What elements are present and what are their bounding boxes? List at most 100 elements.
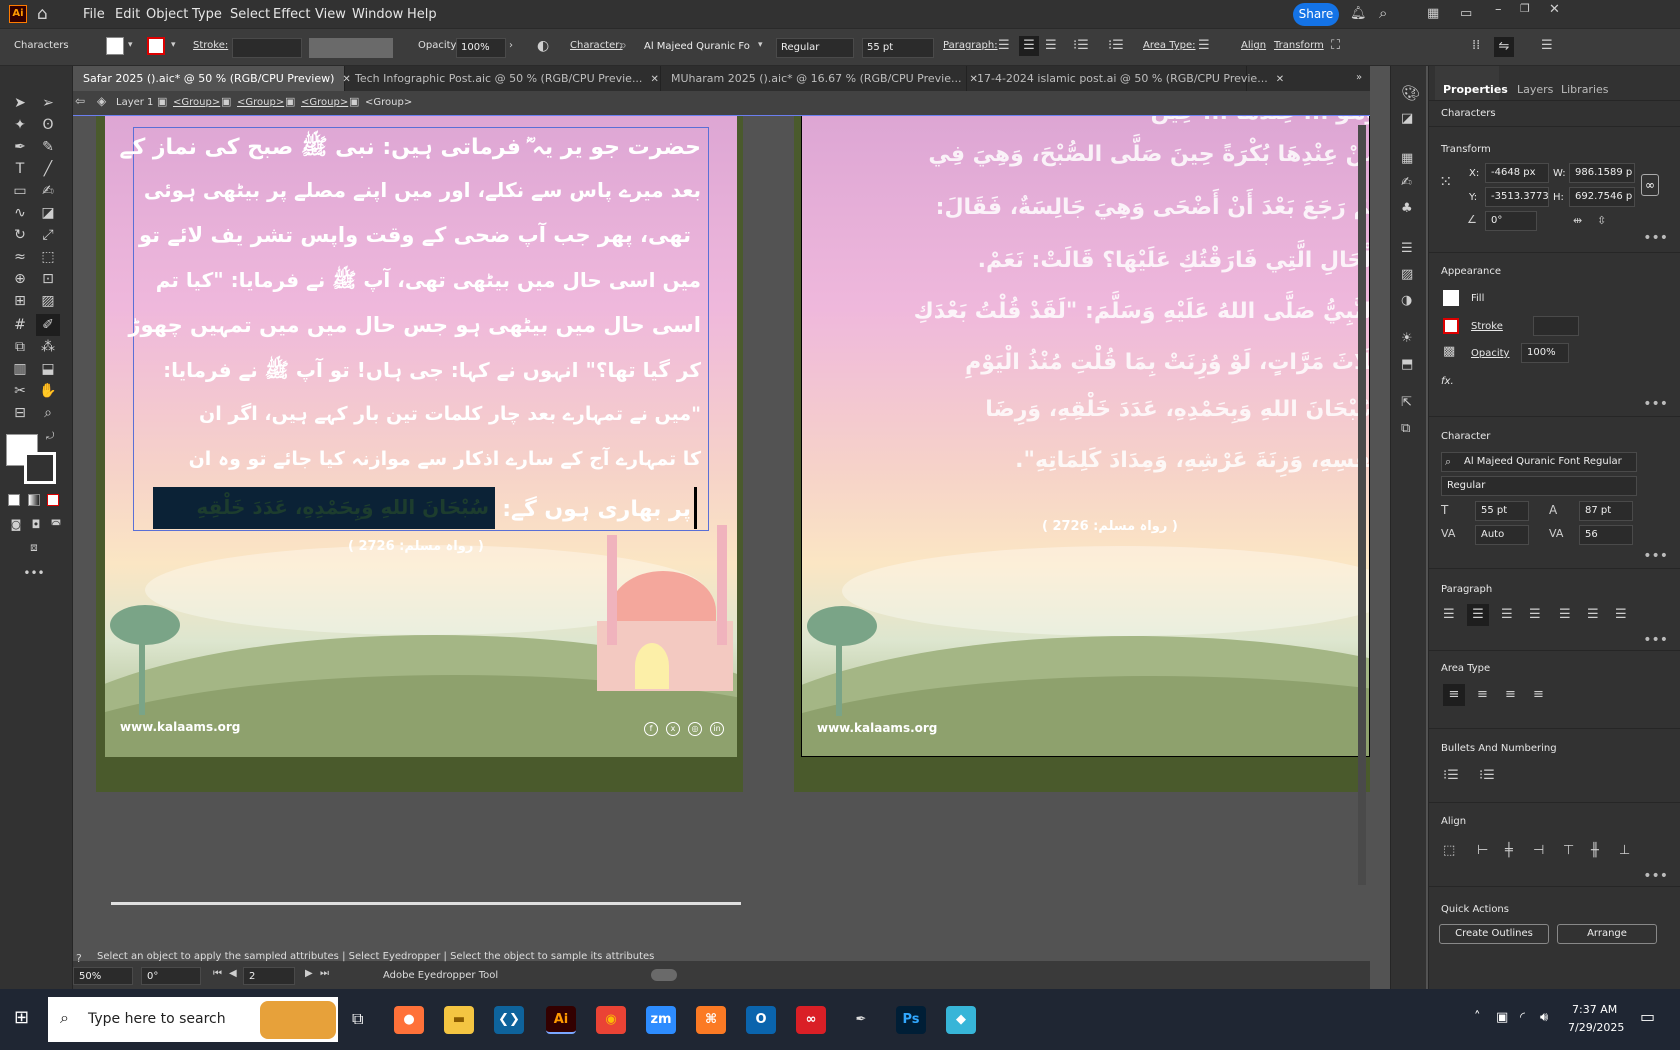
workspace-icon[interactable]: ▦ (1427, 7, 1439, 20)
bell-icon[interactable]: 🔔︎ (1350, 7, 1367, 20)
artboard-left[interactable]: حضرت جو یر یہ ؓ فرماتی ہیں: نبی ﷺ صبح کی… (105, 115, 737, 757)
align-label[interactable]: Align (1241, 40, 1266, 51)
tab-safar-2025[interactable]: Safar 2025 ().aic* @ 50 % (RGB/CPU Previ… (73, 66, 351, 91)
arabic-text-line-4[interactable]: الْحَالِ الَّتِي فَارَقْتُكِ عَلَيْهَا؟ … (978, 248, 1369, 273)
align-vertical-center-icon[interactable]: ╫ (1591, 844, 1599, 857)
zoom-field[interactable]: 50% (73, 967, 133, 985)
menu-type[interactable]: Type (192, 7, 222, 22)
close-icon[interactable]: ✕ (1549, 3, 1560, 16)
photoshop-icon[interactable]: Ps (896, 1006, 926, 1034)
panel-toggle-icon[interactable]: ⇋ (1494, 37, 1514, 57)
back-arrow-icon[interactable]: ⇦ (75, 95, 85, 107)
menu-select[interactable]: Select (230, 7, 270, 22)
stroke-panel-icon[interactable]: ☰ (1401, 242, 1413, 255)
selected-arabic-highlight[interactable]: سُبْحَانَ اللهِ وَبِحَمْدِهِ، عَدَدَ خَل… (153, 487, 495, 529)
urdu-text-line-4[interactable]: میں اسی حال میں بیٹھی تھی، آپ ﷺ نے فرمای… (156, 268, 701, 297)
pen-tool-icon[interactable]: ✒ (8, 136, 32, 158)
app-icon[interactable]: ◆ (946, 1006, 976, 1034)
shaper-tool-icon[interactable]: ∿ (8, 202, 32, 224)
opacity-field[interactable]: 100% (1521, 343, 1569, 363)
area-type-icon[interactable]: ☰ (1198, 39, 1210, 52)
area-type-top-icon[interactable]: ≡ (1443, 684, 1465, 706)
hand-tool-icon[interactable]: ✋ (36, 380, 60, 402)
bullets-icon[interactable]: ⁝☰ (1073, 39, 1089, 52)
direct-selection-tool-icon[interactable]: ➢ (36, 92, 60, 114)
align-left-icon[interactable]: ☰ (1443, 608, 1455, 621)
home-icon[interactable]: ⌂ (37, 6, 48, 23)
canvas[interactable]: حضرت جو یر یہ ؓ فرماتی ہیں: نبی ﷺ صبح کی… (73, 115, 1370, 961)
pen-app-icon[interactable]: ✒ (846, 1006, 876, 1034)
xampp-icon[interactable]: ⌘ (696, 1006, 726, 1034)
menu-effect[interactable]: Effect (273, 7, 310, 22)
arabic-text-line-1[interactable]: وَهُوَ ... عِنْدَهَا ... حِينَ (1151, 116, 1369, 125)
gradient-mode-button[interactable] (28, 494, 40, 506)
lasso-tool-icon[interactable]: ʘ (36, 114, 60, 136)
breadcrumb-group-1[interactable]: <Group> (173, 97, 220, 108)
numbering-icon[interactable]: ⁝☰ (1108, 39, 1124, 52)
font-style-field[interactable]: Regular (1441, 476, 1637, 496)
search-icon[interactable]: ⌕ (1379, 6, 1387, 21)
paintbrush-tool-icon[interactable]: ✍ (36, 180, 60, 202)
brushes-icon[interactable]: ✍ (1401, 176, 1412, 189)
flip-horizontal-icon[interactable]: ⇹ (1573, 215, 1582, 226)
shape-builder-tool-icon[interactable]: ⊕ (8, 268, 32, 290)
character-label[interactable]: Character: (570, 40, 623, 51)
kerning-field[interactable]: Auto (1475, 525, 1529, 545)
x-field[interactable]: -4648 px (1485, 163, 1549, 183)
area-type-label[interactable]: Area Type: (1143, 40, 1196, 51)
urdu-text-line-8[interactable]: کا تمہارے آج کے سارے اذکار سے موازنہ کیا… (189, 448, 701, 470)
wifi-icon[interactable]: ◜ (1520, 1011, 1525, 1024)
minimize-icon[interactable]: – (1495, 3, 1502, 16)
close-icon[interactable]: ✕ (650, 74, 658, 85)
first-artboard-icon[interactable]: ⏮ (213, 969, 222, 979)
align-center-icon[interactable]: ☰ (1467, 604, 1489, 626)
align-right-edges-icon[interactable]: ⊣ (1533, 844, 1544, 857)
chevron-right-icon[interactable]: › (509, 41, 513, 51)
outlook-icon[interactable]: O (746, 1006, 776, 1034)
rotate-tool-icon[interactable]: ↻ (8, 224, 32, 246)
area-type-center-icon[interactable]: ≡ (1477, 688, 1488, 701)
windows-start-icon[interactable]: ⊞ (14, 1009, 29, 1027)
status-scroll-thumb[interactable] (651, 969, 677, 981)
font-style-field[interactable]: Regular (776, 38, 854, 58)
area-type-bottom-icon[interactable]: ≡ (1505, 688, 1516, 701)
artboard-right[interactable]: وَهُوَ ... عِنْدَهَا ... حِينَ مِنْ عِنْ… (801, 115, 1370, 757)
urdu-text-line-9[interactable]: پر بھاری ہوں گے: (502, 497, 691, 522)
bullets-icon[interactable]: ⁝☰ (1443, 769, 1459, 782)
angle-field[interactable]: 0° (1485, 211, 1537, 231)
arrange-icon[interactable]: ⁞⁞ (1472, 39, 1480, 52)
justify-center-icon[interactable]: ☰ (1559, 608, 1571, 621)
mesh-tool-icon[interactable]: # (8, 314, 32, 336)
arabic-text-line-3[interactable]: ثُمَّ رَجَعَ بَعْدَ أَنْ أَضْحَى وَهِيَ … (936, 195, 1369, 220)
arabic-text-line-8[interactable]: نَفْسِهِ، وَزِنَةَ عَرْشِهِ، وَمِدَادَ ك… (1015, 448, 1369, 473)
create-outlines-button[interactable]: Create Outlines (1439, 924, 1549, 944)
more-options-icon[interactable]: ••• (1643, 868, 1668, 884)
file-explorer-icon[interactable]: ▬ (444, 1006, 474, 1034)
appearance-icon[interactable]: ☀ (1401, 332, 1413, 345)
urdu-text-line-6[interactable]: کر گیا تھا؟" انہوں نے کہا: جی ہاں! تو آپ… (163, 358, 701, 387)
more-options-icon[interactable]: ••• (1643, 396, 1668, 412)
taskbar-search-box[interactable]: ⌕ Type here to search (48, 997, 338, 1042)
tab-tech-infographic[interactable]: Tech Infographic Post.aic @ 50 % (RGB/CP… (345, 66, 661, 91)
symbol-sprayer-tool-icon[interactable]: ⁂ (36, 336, 60, 358)
stroke-weight-field[interactable] (232, 38, 302, 58)
zoom-icon[interactable]: zm (646, 1006, 676, 1034)
arrange-button[interactable]: Arrange (1557, 924, 1657, 944)
next-artboard-icon[interactable]: ▶ (305, 969, 313, 979)
chevron-down-icon[interactable]: ▾ (171, 41, 176, 50)
menu-view[interactable]: View (315, 7, 346, 22)
chrome-icon[interactable]: ◉ (596, 1006, 626, 1034)
more-icon[interactable]: ☰ (1541, 39, 1553, 52)
artboard-number-field[interactable]: 2 (243, 967, 295, 985)
urdu-text-line-1[interactable]: حضرت جو یر یہ ؓ فرماتی ہیں: نبی ﷺ صبح کی… (120, 133, 701, 165)
none-mode-button[interactable] (47, 494, 59, 506)
restore-icon[interactable]: ❐ (1520, 3, 1530, 14)
align-horizontal-center-icon[interactable]: ╪ (1505, 844, 1513, 857)
vscode-icon[interactable]: ❮❯ (494, 1006, 524, 1034)
arabic-text-line-6[interactable]: ثَلَاثَ مَرَّاتٍ، لَوْ وُزِنَتْ بِمَا قُ… (965, 350, 1369, 375)
screen-mode-icon[interactable]: ⧈ (22, 536, 46, 558)
stroke-swatch[interactable] (1443, 318, 1459, 334)
prev-artboard-icon[interactable]: ◀ (229, 969, 237, 979)
perspective-grid-tool-icon[interactable]: ⊞ (8, 290, 32, 312)
notifications-icon[interactable]: ▭ (1640, 1009, 1655, 1025)
